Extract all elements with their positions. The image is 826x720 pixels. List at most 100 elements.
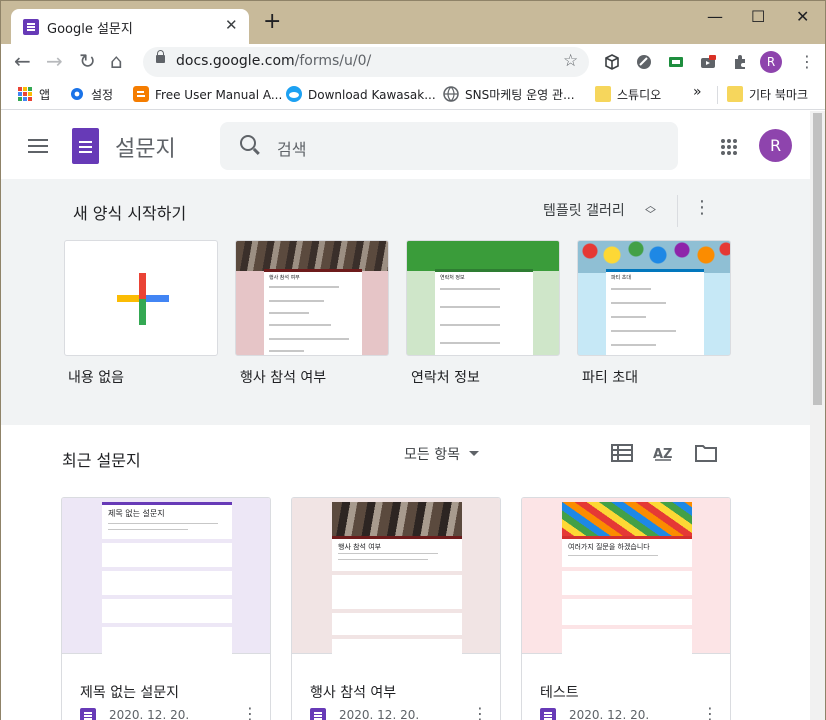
mini-form-preview: 여러가지 질문을 하겠습니다: [562, 536, 692, 657]
maximize-button[interactable]: ☐: [751, 7, 765, 26]
event-photo-banner: [332, 502, 462, 536]
gear-icon: [71, 88, 83, 100]
media-extension-icon[interactable]: [699, 53, 717, 71]
template-contact-info[interactable]: 연락처 정보: [406, 240, 560, 356]
mini-form-preview: 연락처 정보: [435, 269, 533, 355]
bookmark-settings[interactable]: 설정: [69, 86, 113, 103]
form-more-options-icon[interactable]: ⋮: [242, 704, 258, 720]
cube-extension-icon[interactable]: [603, 53, 621, 71]
recent-forms-heading: 최근 설문지: [62, 451, 141, 470]
form-title: 행사 참석 여부: [310, 685, 397, 701]
form-more-options-icon[interactable]: ⋮: [472, 704, 488, 720]
bookmark-star-icon[interactable]: ☆: [563, 51, 578, 71]
mini-form-title: 연락처 정보: [440, 275, 465, 281]
cloud-icon: [286, 86, 302, 102]
mini-form-preview: 행사 참석 여부: [332, 536, 462, 657]
search-input[interactable]: 검색: [277, 136, 306, 160]
template-more-icon[interactable]: ⋮: [693, 197, 711, 218]
mini-form-title: 행사 참석 여부: [338, 543, 382, 551]
form-thumbnail: 제목 없는 설문지: [62, 498, 270, 657]
bookmark-other[interactable]: 기타 북마크: [727, 86, 808, 103]
form-title: 제목 없는 설문지: [80, 685, 180, 701]
recent-form-card[interactable]: 여러가지 질문을 하겠습니다 테스트 2020. 12. 20. ⋮: [521, 497, 731, 720]
form-thumbnail: 여러가지 질문을 하겠습니다: [522, 498, 730, 657]
owner-filter-dropdown[interactable]: 모든 항목: [404, 444, 460, 464]
screen-extension-icon[interactable]: [667, 53, 685, 71]
minimize-button[interactable]: —: [707, 7, 723, 26]
unfold-icon[interactable]: ︿ ﹀: [645, 200, 656, 220]
page-scrollbar[interactable]: [810, 111, 825, 720]
form-title: 테스트: [540, 685, 579, 701]
mini-form-title: 여러가지 질문을 하겠습니다: [568, 543, 650, 551]
forms-logo-icon[interactable]: [72, 128, 99, 164]
close-window-button[interactable]: ✕: [796, 7, 809, 26]
bookmark-blogger[interactable]: Free User Manual A...: [133, 86, 282, 102]
extensions-puzzle-icon[interactable]: [731, 53, 749, 71]
form-thumbnail: 행사 참석 여부: [292, 498, 500, 657]
profile-avatar-small[interactable]: R: [760, 51, 782, 73]
browser-tab[interactable]: Google 설문지 ✕: [11, 9, 249, 44]
bookmarks-overflow-button[interactable]: »: [693, 84, 702, 100]
scrollbar-thumb[interactable]: [813, 113, 822, 405]
folder-picker-icon[interactable]: [695, 444, 717, 462]
blogger-icon: [133, 86, 149, 102]
title-bar: Google 설문지 ✕ + — ☐ ✕: [1, 1, 825, 44]
folder-icon: [595, 86, 611, 102]
google-apps-icon[interactable]: [721, 139, 737, 155]
bookmark-studio[interactable]: 스튜디오: [595, 86, 661, 103]
template-label: 연락처 정보: [411, 370, 480, 386]
bookmark-apps[interactable]: 앱: [17, 86, 50, 103]
event-photo-banner: [236, 241, 388, 271]
mini-form-title: 행사 참석 여부: [269, 275, 300, 281]
home-icon[interactable]: ⌂: [110, 50, 123, 72]
mini-form-preview: 파티 초대: [606, 269, 704, 355]
bookmarks-bar: 앱 설정 Free User Manual A... Download Kawa…: [1, 80, 825, 110]
contact-banner: [407, 241, 559, 271]
app-name[interactable]: 설문지: [115, 131, 176, 163]
sns-globe-icon: [443, 86, 459, 102]
forms-favicon-icon: [23, 19, 39, 35]
folder-icon: [727, 86, 743, 102]
forms-home-page: 설문지 검색 R 새 양식 시작하기 템플릿 갤러리 ︿ ﹀ ⋮ 내용 없음 행…: [1, 111, 825, 720]
mini-form-preview: 제목 없는 설문지: [102, 502, 232, 657]
list-view-icon[interactable]: [611, 444, 633, 462]
forward-icon[interactable]: →: [46, 50, 63, 72]
plus-icon-vertical: [139, 273, 146, 325]
back-icon[interactable]: ←: [14, 50, 31, 72]
template-blank[interactable]: [64, 240, 218, 356]
main-menu-icon[interactable]: [28, 139, 48, 153]
template-event-rsvp[interactable]: 행사 참석 여부: [235, 240, 389, 356]
address-bar[interactable]: docs.google.com/forms/u/0/ ☆: [143, 47, 589, 77]
reload-icon[interactable]: ↻: [79, 50, 96, 72]
forms-small-icon: [80, 708, 96, 720]
mini-form-preview: 행사 참석 여부: [264, 269, 362, 355]
form-date: 2020. 12. 20.: [109, 708, 190, 720]
header-divider: [677, 195, 678, 227]
tab-close-icon[interactable]: ✕: [225, 16, 238, 34]
account-avatar[interactable]: R: [759, 129, 792, 162]
template-label: 행사 참석 여부: [240, 370, 327, 386]
app-header: 설문지 검색 R: [1, 111, 810, 179]
candy-banner: [562, 502, 692, 536]
pen-extension-icon[interactable]: [635, 53, 653, 71]
browser-window: Google 설문지 ✕ + — ☐ ✕ ← → ↻ ⌂ docs.google…: [0, 0, 826, 720]
form-date: 2020. 12. 20.: [339, 708, 420, 720]
lock-icon: [156, 50, 165, 63]
template-label: 내용 없음: [68, 370, 124, 386]
forms-small-icon: [310, 708, 326, 720]
recent-form-card[interactable]: 행사 참석 여부 행사 참석 여부 2020. 12. 20. ⋮: [291, 497, 501, 720]
recent-form-card[interactable]: 제목 없는 설문지 제목 없는 설문지 2020. 12. 20. ⋮: [61, 497, 271, 720]
url-text: docs.google.com/forms/u/0/: [176, 53, 372, 69]
search-box[interactable]: 검색: [220, 122, 678, 170]
tab-title: Google 설문지: [47, 22, 133, 37]
template-gallery-button[interactable]: 템플릿 갤러리: [543, 200, 625, 220]
bookmark-sns[interactable]: SNS마케팅 운영 관...: [443, 86, 575, 103]
sort-az-icon[interactable]: AZ: [653, 444, 675, 462]
new-tab-button[interactable]: +: [263, 11, 281, 33]
bookmark-download[interactable]: Download Kawasak...: [286, 86, 436, 102]
template-label: 파티 초대: [582, 370, 638, 386]
form-more-options-icon[interactable]: ⋮: [702, 704, 718, 720]
chevron-down-icon[interactable]: [469, 451, 479, 456]
browser-menu-icon[interactable]: ⋮: [799, 52, 815, 71]
template-party-invite[interactable]: 파티 초대: [577, 240, 731, 356]
